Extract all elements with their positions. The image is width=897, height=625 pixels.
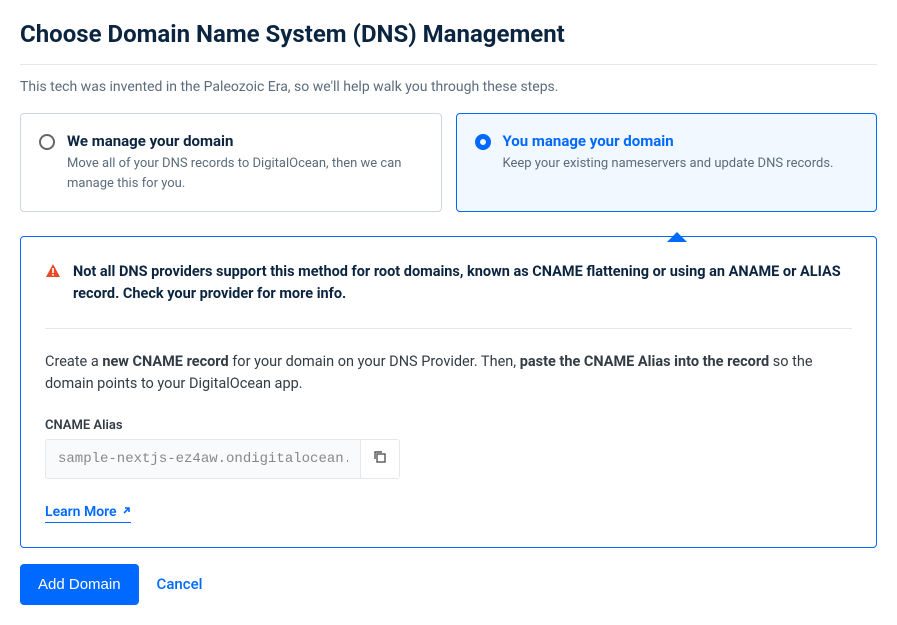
warning-text: Not all DNS providers support this metho… (73, 261, 852, 306)
subtitle: This tech was invented in the Paleozoic … (20, 79, 877, 95)
copy-button[interactable] (360, 439, 400, 479)
option-you-manage[interactable]: You manage your domain Keep your existin… (456, 113, 878, 212)
dns-options: We manage your domain Move all of your D… (20, 113, 877, 212)
option-description: Keep your existing nameservers and updat… (503, 154, 834, 174)
option-title: We manage your domain (67, 132, 423, 150)
instruction-text: Create a new CNAME record for your domai… (45, 351, 852, 396)
add-domain-button[interactable]: Add Domain (20, 564, 139, 605)
page-title: Choose Domain Name System (DNS) Manageme… (20, 20, 877, 48)
cname-input[interactable] (45, 439, 360, 479)
cname-label: CNAME Alias (45, 418, 852, 433)
warning-icon (45, 263, 61, 306)
radio-selected-icon (475, 134, 491, 150)
action-row: Add Domain Cancel (20, 564, 877, 605)
radio-unselected-icon (39, 134, 55, 150)
divider (20, 64, 877, 65)
warning-banner: Not all DNS providers support this metho… (45, 261, 852, 329)
cname-field-row (45, 439, 852, 479)
option-we-manage[interactable]: We manage your domain Move all of your D… (20, 113, 442, 212)
copy-icon (372, 449, 388, 468)
triangle-up-icon (667, 232, 687, 242)
cancel-link[interactable]: Cancel (157, 575, 203, 593)
learn-more-link[interactable]: Learn More (45, 504, 131, 523)
option-description: Move all of your DNS records to DigitalO… (67, 154, 423, 193)
external-link-icon (121, 504, 131, 520)
detail-panel: Not all DNS providers support this metho… (20, 236, 877, 548)
option-title: You manage your domain (503, 132, 834, 150)
